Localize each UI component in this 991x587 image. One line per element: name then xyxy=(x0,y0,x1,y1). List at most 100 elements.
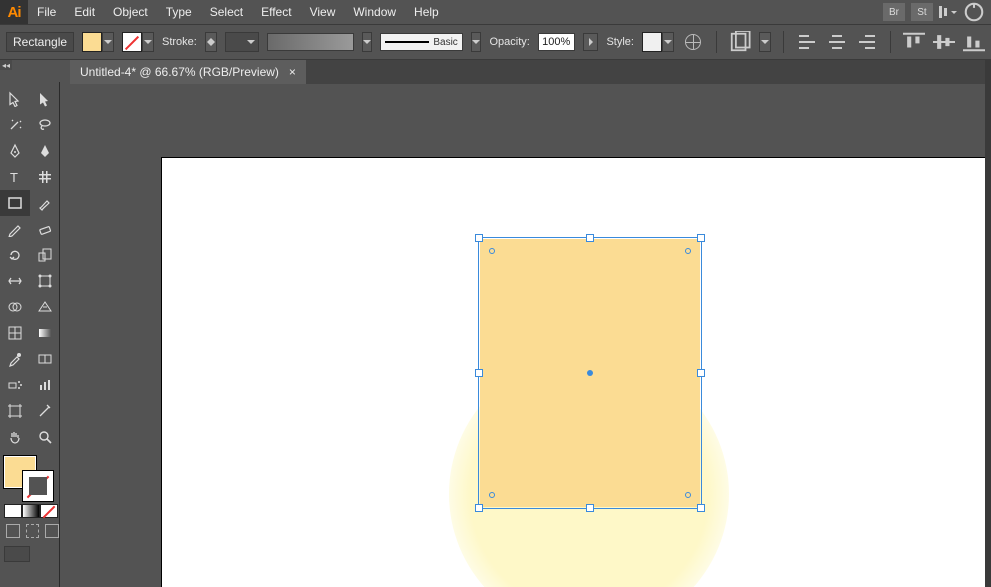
pen-tool[interactable] xyxy=(0,138,30,164)
gradient-tool[interactable] xyxy=(30,320,60,346)
draw-normal-button[interactable] xyxy=(6,524,20,538)
document-setup-button[interactable] xyxy=(729,31,751,53)
chevron-down-icon xyxy=(102,32,114,52)
mesh-tool[interactable] xyxy=(0,320,30,346)
document-tab-row: Untitled-4* @ 66.67% (RGB/Preview) × xyxy=(70,60,991,84)
shape-builder-tool[interactable] xyxy=(0,294,30,320)
close-icon[interactable]: × xyxy=(289,65,296,79)
width-tool[interactable] xyxy=(0,268,30,294)
document-tab[interactable]: Untitled-4* @ 66.67% (RGB/Preview) × xyxy=(70,60,306,84)
resize-handle-right[interactable] xyxy=(697,369,705,377)
eraser-tool[interactable] xyxy=(30,216,60,242)
pencil-tool[interactable] xyxy=(0,216,30,242)
direct-selection-tool[interactable] xyxy=(30,86,60,112)
draw-inside-button[interactable] xyxy=(45,524,59,538)
resize-handle-left[interactable] xyxy=(475,369,483,377)
stroke-indicator-icon xyxy=(22,470,54,502)
stock-button[interactable]: St xyxy=(911,3,933,21)
draw-behind-button[interactable] xyxy=(26,524,40,538)
toolbox: T xyxy=(0,82,60,587)
graphic-style-control[interactable] xyxy=(642,32,674,52)
corner-widget-icon[interactable] xyxy=(685,492,691,498)
slice-tool[interactable] xyxy=(30,398,60,424)
selection-bounding-box xyxy=(478,237,702,509)
fill-stroke-indicator[interactable] xyxy=(0,454,60,498)
stroke-weight-dropdown[interactable] xyxy=(225,32,258,52)
corner-widget-icon[interactable] xyxy=(489,248,495,254)
rotate-tool[interactable] xyxy=(0,242,30,268)
resize-handle-bottom-left[interactable] xyxy=(475,504,483,512)
resize-handle-bottom[interactable] xyxy=(586,504,594,512)
symbol-sprayer-tool[interactable] xyxy=(0,372,30,398)
hand-tool[interactable] xyxy=(0,424,30,450)
stroke-color-control[interactable] xyxy=(122,32,154,52)
gradient-mode-button[interactable] xyxy=(22,504,40,518)
sync-icon[interactable] xyxy=(963,1,985,23)
line-segment-tool[interactable] xyxy=(30,164,60,190)
curvature-tool[interactable] xyxy=(30,138,60,164)
corner-widget-icon[interactable] xyxy=(489,492,495,498)
lasso-tool[interactable] xyxy=(30,112,60,138)
menu-window[interactable]: Window xyxy=(344,0,405,24)
artboard-tool[interactable] xyxy=(0,398,30,424)
screen-mode-button[interactable] xyxy=(4,546,30,562)
perspective-grid-tool[interactable] xyxy=(30,294,60,320)
chevron-down-icon[interactable] xyxy=(759,32,771,52)
column-graph-tool[interactable] xyxy=(30,372,60,398)
variable-width-profile[interactable] xyxy=(267,33,354,51)
chevron-down-icon[interactable] xyxy=(362,32,373,52)
selection-tool[interactable] xyxy=(0,86,30,112)
menu-effect[interactable]: Effect xyxy=(252,0,300,24)
collapse-handle[interactable]: ◂◂ xyxy=(0,60,12,70)
menu-object[interactable]: Object xyxy=(104,0,157,24)
stroke-label: Stroke: xyxy=(162,36,197,48)
brush-definition[interactable]: Basic xyxy=(380,33,462,51)
globe-icon xyxy=(685,34,701,50)
eyedropper-tool[interactable] xyxy=(0,346,30,372)
align-left-button[interactable] xyxy=(796,31,818,53)
fill-swatch-icon xyxy=(82,32,102,52)
align-vcenter-button[interactable] xyxy=(933,31,955,53)
rectangle-tool[interactable] xyxy=(0,190,30,216)
resize-handle-top[interactable] xyxy=(586,234,594,242)
fill-color-control[interactable] xyxy=(82,32,114,52)
menu-help[interactable]: Help xyxy=(405,0,448,24)
scale-tool[interactable] xyxy=(30,242,60,268)
menu-select[interactable]: Select xyxy=(201,0,252,24)
paintbrush-tool[interactable] xyxy=(30,190,60,216)
align-top-button[interactable] xyxy=(903,31,925,53)
align-hcenter-button[interactable] xyxy=(826,31,848,53)
menu-type[interactable]: Type xyxy=(157,0,201,24)
none-mode-button[interactable] xyxy=(40,504,58,518)
blend-tool[interactable] xyxy=(30,346,60,372)
resize-handle-bottom-right[interactable] xyxy=(697,504,705,512)
stroke-weight-stepper[interactable] xyxy=(205,32,217,52)
type-tool[interactable]: T xyxy=(0,164,30,190)
align-bottom-button[interactable] xyxy=(963,31,985,53)
chevron-down-icon[interactable] xyxy=(471,32,482,52)
chevron-down-icon xyxy=(662,32,674,52)
align-right-button[interactable] xyxy=(856,31,878,53)
bridge-button[interactable]: Br xyxy=(883,3,905,21)
opacity-input[interactable]: 100% xyxy=(538,33,575,51)
color-mode-button[interactable] xyxy=(4,504,22,518)
resize-handle-top-left[interactable] xyxy=(475,234,483,242)
resize-handle-top-right[interactable] xyxy=(697,234,705,242)
menu-view[interactable]: View xyxy=(301,0,345,24)
none-swatch-icon xyxy=(122,32,142,52)
menu-file[interactable]: File xyxy=(28,0,65,24)
style-label: Style: xyxy=(606,36,634,48)
free-transform-tool[interactable] xyxy=(30,268,60,294)
menu-edit[interactable]: Edit xyxy=(65,0,104,24)
opacity-popup-button[interactable] xyxy=(583,33,599,51)
magic-wand-tool[interactable] xyxy=(0,112,30,138)
separator xyxy=(716,31,717,53)
separator xyxy=(890,31,891,53)
arrange-documents-dropdown[interactable] xyxy=(939,6,957,18)
zoom-tool[interactable] xyxy=(30,424,60,450)
recolor-artwork-button[interactable] xyxy=(682,31,704,53)
canvas-area[interactable] xyxy=(70,84,991,587)
right-panel-edge[interactable] xyxy=(985,60,991,587)
corner-widget-icon[interactable] xyxy=(685,248,691,254)
control-bar: Rectangle Stroke: Basic Opacity: 100% St… xyxy=(0,24,991,60)
